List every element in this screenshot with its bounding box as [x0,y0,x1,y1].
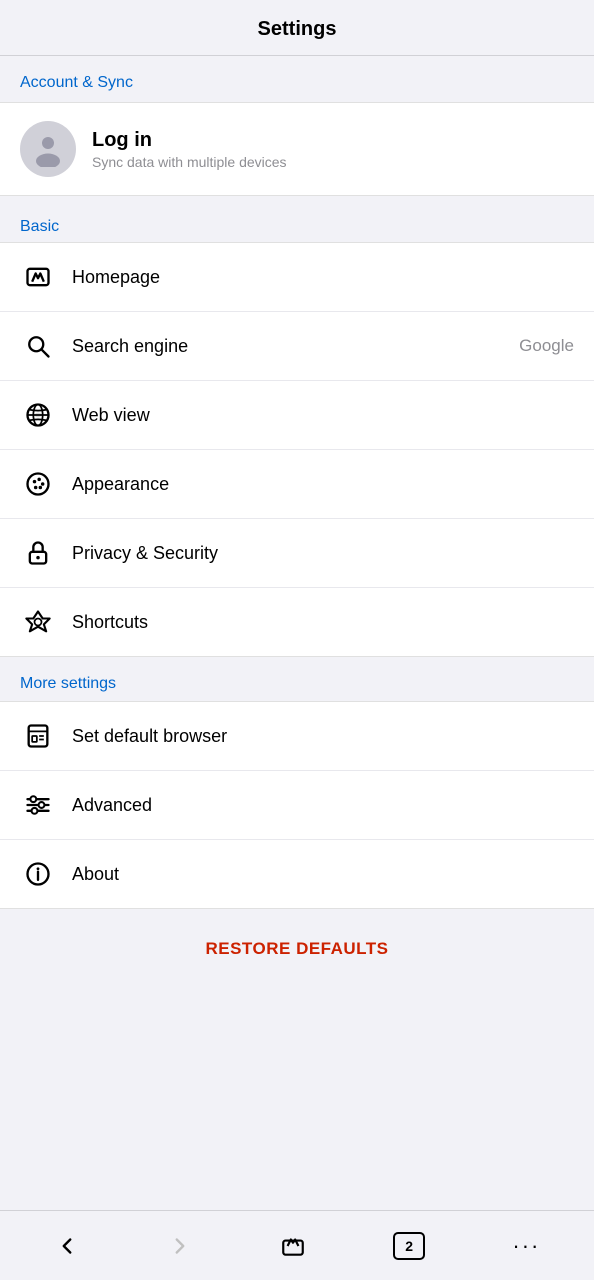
appearance-label: Appearance [72,474,574,495]
back-icon [54,1233,80,1259]
basic-label: Basic [0,204,594,242]
advanced-item[interactable]: Advanced [0,771,594,840]
account-subtitle: Sync data with multiple devices [92,154,287,170]
more-settings-label: More settings [0,657,594,701]
search-engine-label: Search engine [72,336,511,357]
avatar [20,121,76,177]
shortcuts-icon [20,604,56,640]
tab-count-badge: 2 [393,1232,425,1260]
bottom-nav: 2 ··· [0,1210,594,1280]
about-label: About [72,864,574,885]
appearance-icon [20,466,56,502]
home-icon [280,1233,306,1259]
about-item[interactable]: About [0,840,594,908]
tabs-button[interactable]: 2 [377,1222,441,1270]
settings-content: Account & Sync Log in Sync data with mul… [0,56,594,1210]
homepage-label: Homepage [72,267,574,288]
home-button[interactable] [264,1223,322,1269]
web-view-item[interactable]: Web view [0,381,594,450]
webview-icon [20,397,56,433]
more-icon: ··· [512,1233,540,1259]
forward-icon [167,1233,193,1259]
advanced-label: Advanced [72,795,574,816]
user-icon [30,131,66,167]
menu-button[interactable]: ··· [496,1223,556,1269]
search-engine-value: Google [519,336,574,356]
restore-defaults-button[interactable]: RESTORE DEFAULTS [205,939,388,959]
advanced-icon [20,787,56,823]
about-icon [20,856,56,892]
web-view-label: Web view [72,405,574,426]
page-title: Settings [258,18,337,40]
search-icon [20,328,56,364]
default-browser-label: Set default browser [72,726,574,747]
login-label: Log in [92,129,287,152]
account-sync-label: Account & Sync [0,56,594,102]
forward-button[interactable] [151,1223,209,1269]
shortcuts-label: Shortcuts [72,612,574,633]
search-engine-item[interactable]: Search engine Google [0,312,594,381]
more-settings-list: Set default browser Advanced [0,701,594,909]
account-card[interactable]: Log in Sync data with multiple devices [0,102,594,196]
privacy-security-item[interactable]: Privacy & Security [0,519,594,588]
settings-header: Settings [0,0,594,56]
homepage-item[interactable]: Homepage [0,243,594,312]
browser-icon [20,718,56,754]
back-button[interactable] [38,1223,96,1269]
basic-settings-list: Homepage Search engine Google [0,242,594,657]
homepage-icon [20,259,56,295]
shortcuts-item[interactable]: Shortcuts [0,588,594,656]
default-browser-item[interactable]: Set default browser [0,702,594,771]
account-text: Log in Sync data with multiple devices [92,129,287,170]
privacy-security-label: Privacy & Security [72,543,574,564]
privacy-icon [20,535,56,571]
restore-section: RESTORE DEFAULTS [0,909,594,979]
appearance-item[interactable]: Appearance [0,450,594,519]
